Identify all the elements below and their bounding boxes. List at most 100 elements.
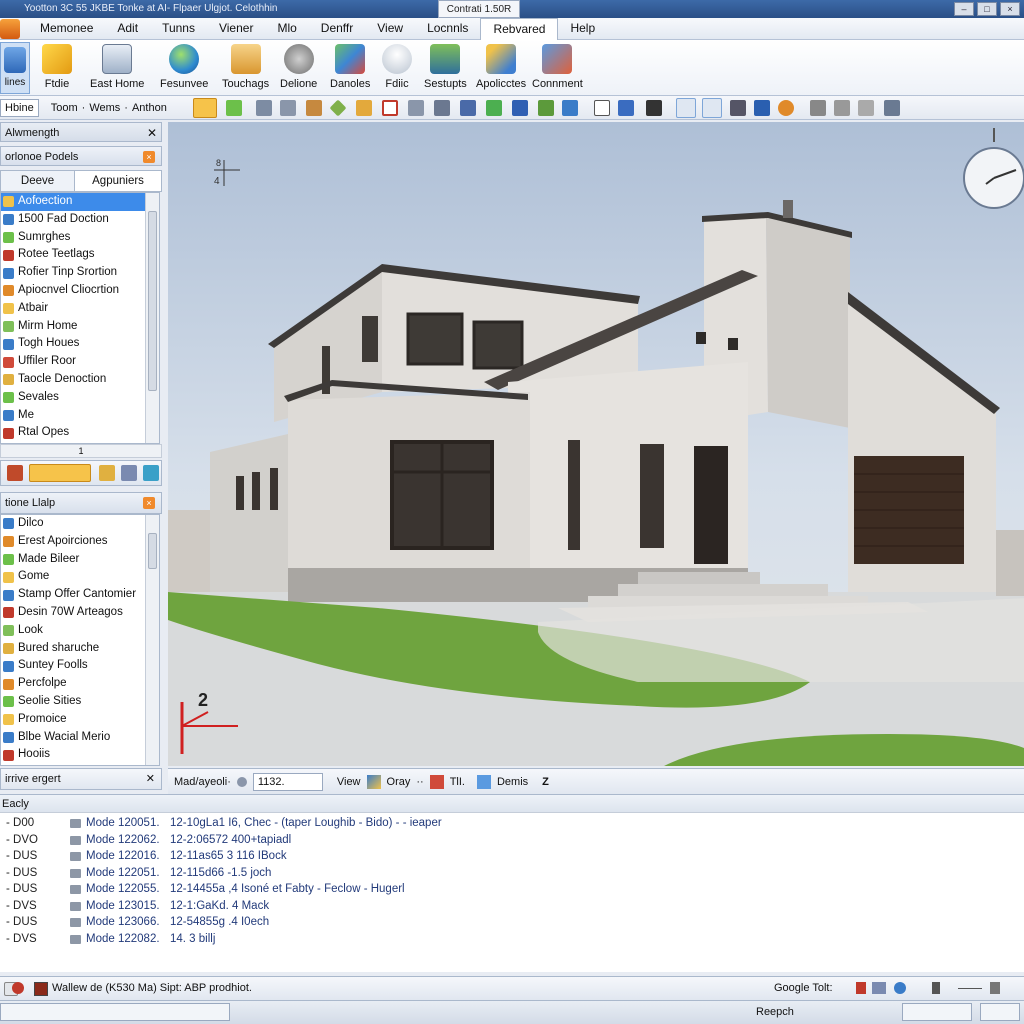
ribbon-fdiic-button[interactable]: Fdiic	[382, 44, 412, 90]
oray-dropdown[interactable]: Oray	[387, 776, 411, 788]
menu-memonee[interactable]: Memonee	[28, 18, 105, 40]
measure-icon[interactable]	[306, 100, 322, 116]
menu-rebvared[interactable]: Rebvared	[480, 17, 559, 40]
log-row[interactable]: - DVS Mode 122082. 14. 3 billj	[0, 931, 1024, 948]
zoom-icon[interactable]: Z	[542, 776, 549, 788]
tab-deeve[interactable]: Deeve	[1, 171, 76, 191]
grid-snap-icon[interactable]	[702, 98, 722, 118]
list-item[interactable]: Hooiis	[1, 746, 159, 764]
tab-hbine[interactable]: Hbine	[0, 99, 39, 117]
ribbon-east-home-button[interactable]: East Home	[90, 44, 144, 90]
menu-viener[interactable]: Viener	[207, 18, 265, 40]
rect-select-icon[interactable]	[382, 100, 398, 116]
tab-anthon[interactable]: Anthon	[132, 102, 167, 114]
up-arrow-icon[interactable]	[486, 100, 502, 116]
list-item[interactable]: Seolie Sities	[1, 693, 159, 711]
tool-a-icon[interactable]	[7, 465, 23, 481]
diamond-icon[interactable]	[329, 99, 347, 117]
list-item[interactable]: Me	[1, 407, 159, 425]
list-item[interactable]: Rotee Teetlags	[1, 246, 159, 264]
list-item[interactable]: Dilco	[1, 515, 159, 533]
list-item[interactable]: Sumrghes	[1, 229, 159, 247]
log-row[interactable]: - D00 Mode 120051. 12-10gLa1 I6, Chec - (t…	[0, 815, 1024, 832]
tab-agpuniers[interactable]: Agpuniers	[75, 171, 161, 191]
star-icon[interactable]	[512, 100, 528, 116]
log-row[interactable]: - DVO Mode 122062. 12-2:06572 400+tapiadl	[0, 832, 1024, 849]
log-row[interactable]: - DUS Mode 123066. 12-54855g .4 I0ech	[0, 914, 1024, 931]
list-item[interactable]: Uffiler Roor	[1, 353, 159, 371]
lock-icon[interactable]	[990, 982, 1000, 994]
3d-viewport[interactable]: 8 4 2	[168, 122, 1024, 766]
tab-toom[interactable]: Toom	[43, 102, 78, 114]
log-row[interactable]: - DUS Mode 122016. 12-11as65 3 116 IBock	[0, 848, 1024, 865]
ribbon-sestupts-button[interactable]: Sestupts	[424, 44, 467, 90]
maximize-button[interactable]: □	[977, 2, 997, 16]
ribbon-danoles-button[interactable]: Danoles	[330, 44, 370, 90]
list-item[interactable]: Mirm Home	[1, 318, 159, 336]
list-item[interactable]: Stamp Offer Cantomier	[1, 586, 159, 604]
lock-icon[interactable]	[646, 100, 662, 116]
link-icon[interactable]	[872, 982, 886, 994]
list-item[interactable]: Blbe Wacial Merio	[1, 729, 159, 747]
record-icon[interactable]	[12, 982, 24, 994]
menu-help[interactable]: Help	[558, 18, 607, 40]
scrollbar[interactable]	[145, 193, 159, 443]
square-icon[interactable]	[594, 100, 610, 116]
draw-tool-icon[interactable]	[193, 98, 217, 118]
snap-icon[interactable]	[676, 98, 696, 118]
tool-group-icon[interactable]	[29, 464, 91, 482]
ribbon-fesunvee-button[interactable]: Fesunvee	[160, 44, 208, 90]
close-icon[interactable]: ✕	[146, 769, 155, 789]
copy-icon[interactable]	[434, 100, 450, 116]
panel2-close-icon[interactable]: ×	[143, 497, 155, 509]
menu-adit[interactable]: Adit	[105, 18, 150, 40]
menu-view[interactable]: View	[365, 18, 415, 40]
ribbon-apolicctes-button[interactable]: Apolicctes	[476, 44, 526, 90]
link-icon[interactable]	[538, 100, 554, 116]
log-row[interactable]: - DUS Mode 122051. 12-115d66 -1.5 joch	[0, 865, 1024, 882]
check-icon[interactable]	[618, 100, 634, 116]
right-arrow-icon[interactable]	[562, 100, 578, 116]
tab-wems[interactable]: Wems	[89, 102, 120, 114]
log-row[interactable]: - DUS Mode 122055. 12-14455a ,4 Isoné et F…	[0, 881, 1024, 898]
menu-locnnls[interactable]: Locnnls	[415, 18, 480, 40]
ribbon-connment-button[interactable]: Connment	[532, 44, 583, 90]
ribbon-delione-button[interactable]: Delione	[280, 44, 317, 90]
ribbon-touchags-button[interactable]: Touchags	[222, 44, 269, 90]
list-item[interactable]: Promoice	[1, 711, 159, 729]
align-icon[interactable]	[884, 100, 900, 116]
layer-icon[interactable]	[226, 100, 242, 116]
menu-tunns[interactable]: Tunns	[150, 18, 207, 40]
list-item[interactable]: Desin 70W Arteagos	[1, 604, 159, 622]
pin-icon[interactable]: ✕	[147, 123, 157, 143]
scale-input[interactable]: 1132.	[252, 772, 323, 791]
panel-close-icon[interactable]: ×	[143, 151, 155, 163]
close-button[interactable]: ×	[1000, 2, 1020, 16]
scrollbar[interactable]	[145, 515, 159, 765]
slope-icon[interactable]	[730, 100, 746, 116]
list-item[interactable]: Sevales	[1, 389, 159, 407]
menu-denffr[interactable]: Denffr	[309, 18, 365, 40]
walk-icon[interactable]	[834, 100, 850, 116]
list-item[interactable]: Gome	[1, 568, 159, 586]
list-item[interactable]: Bured sharuche	[1, 640, 159, 658]
ribbon-lines-button[interactable]: lines	[0, 42, 30, 94]
list-item[interactable]: 1500 Fad Doction	[1, 211, 159, 229]
rotate-icon[interactable]	[460, 100, 476, 116]
list-item[interactable]: Percfolpe	[1, 675, 159, 693]
list-item[interactable]: Erest Apoirciones	[1, 533, 159, 551]
pencil-tool-icon[interactable]	[356, 100, 372, 116]
monitor-icon[interactable]	[754, 100, 770, 116]
camera-icon[interactable]	[810, 100, 826, 116]
title-dropdown[interactable]: TlI.	[450, 776, 465, 788]
pause-icon[interactable]	[932, 982, 940, 994]
horizontal-scrollbar[interactable]: 1	[0, 444, 162, 458]
list-item[interactable]: Togh Houes	[1, 335, 159, 353]
dennis-dropdown[interactable]: Demis	[497, 776, 528, 788]
minimize-button[interactable]: –	[954, 2, 974, 16]
table-icon[interactable]	[858, 100, 874, 116]
list-item[interactable]: Look	[1, 622, 159, 640]
list-item[interactable]: Suntey Foolls	[1, 657, 159, 675]
move-icon[interactable]	[408, 100, 424, 116]
app-menu-orb-icon[interactable]	[0, 18, 20, 39]
